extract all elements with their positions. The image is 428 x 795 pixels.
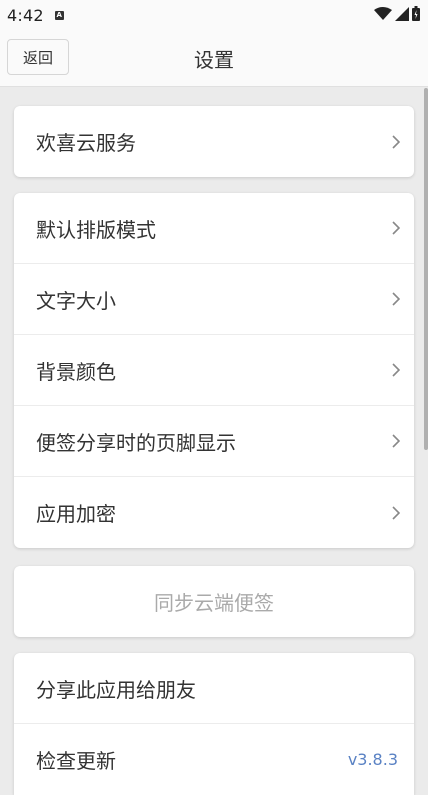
- settings-item-label: 欢喜云服务: [36, 131, 136, 155]
- sync-cloud-notes-button[interactable]: 同步云端便签: [14, 566, 414, 637]
- scrollbar[interactable]: [424, 88, 428, 450]
- settings-group-about: 分享此应用给朋友 检查更新 v3.8.3: [14, 653, 414, 795]
- settings-item-label: 默认排版模式: [36, 217, 156, 242]
- chevron-right-icon: [392, 221, 400, 235]
- settings-group-cloud: 欢喜云服务: [14, 106, 414, 177]
- settings-item-font-size[interactable]: 文字大小: [14, 264, 414, 335]
- settings-item-label: 分享此应用给朋友: [36, 677, 196, 702]
- status-time: 4:42: [7, 5, 44, 25]
- settings-item-background-color[interactable]: 背景颜色: [14, 335, 414, 406]
- settings-item-share-app[interactable]: 分享此应用给朋友: [14, 653, 414, 724]
- settings-group-display: 默认排版模式 文字大小 背景颜色 便签分享时的页脚显示 应用加密: [14, 193, 414, 548]
- settings-item-label: 文字大小: [36, 288, 116, 313]
- sync-cloud-notes-label: 同步云端便签: [154, 591, 274, 615]
- settings-item-label: 应用加密: [36, 502, 116, 526]
- chevron-right-icon: [392, 434, 400, 448]
- chevron-right-icon: [392, 134, 400, 149]
- notification-icon: A: [54, 10, 64, 20]
- wifi-icon: [374, 6, 392, 20]
- chevron-right-icon: [392, 505, 400, 520]
- settings-item-cloud-service[interactable]: 欢喜云服务: [14, 106, 414, 177]
- settings-item-app-encryption[interactable]: 应用加密: [14, 477, 414, 548]
- settings-item-label: 便签分享时的页脚显示: [36, 430, 236, 455]
- chevron-right-icon: [392, 363, 400, 377]
- settings-item-default-layout[interactable]: 默认排版模式: [14, 193, 414, 264]
- chevron-right-icon: [392, 292, 400, 306]
- page-title: 设置: [194, 48, 234, 72]
- settings-group-sync: 同步云端便签: [14, 566, 414, 637]
- battery-icon: [412, 6, 420, 21]
- settings-item-label: 背景颜色: [36, 359, 116, 384]
- top-bar: 返回 设置: [0, 30, 428, 87]
- settings-item-share-footer[interactable]: 便签分享时的页脚显示: [14, 406, 414, 477]
- signal-icon: [395, 6, 409, 21]
- status-bar: 4:42 A: [0, 0, 428, 30]
